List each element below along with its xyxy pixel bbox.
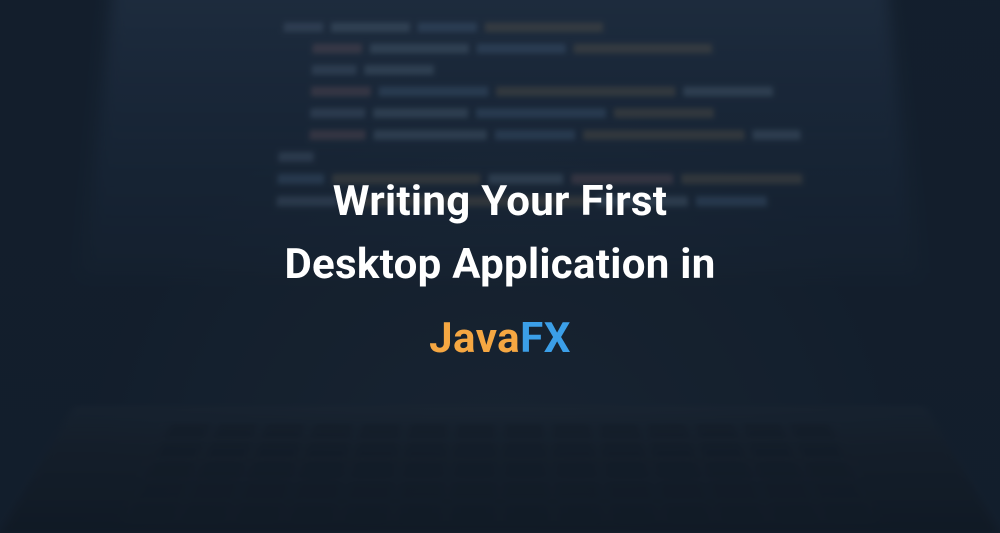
brand-name: JavaFX <box>429 314 571 363</box>
title-line-1: Writing Your First <box>333 170 668 233</box>
hero-content: Writing Your First Desktop Application i… <box>0 0 1000 533</box>
title-line-2: Desktop Application in <box>284 233 715 296</box>
brand-java-text: Java <box>429 314 520 363</box>
brand-fx-text: FX <box>520 314 571 363</box>
